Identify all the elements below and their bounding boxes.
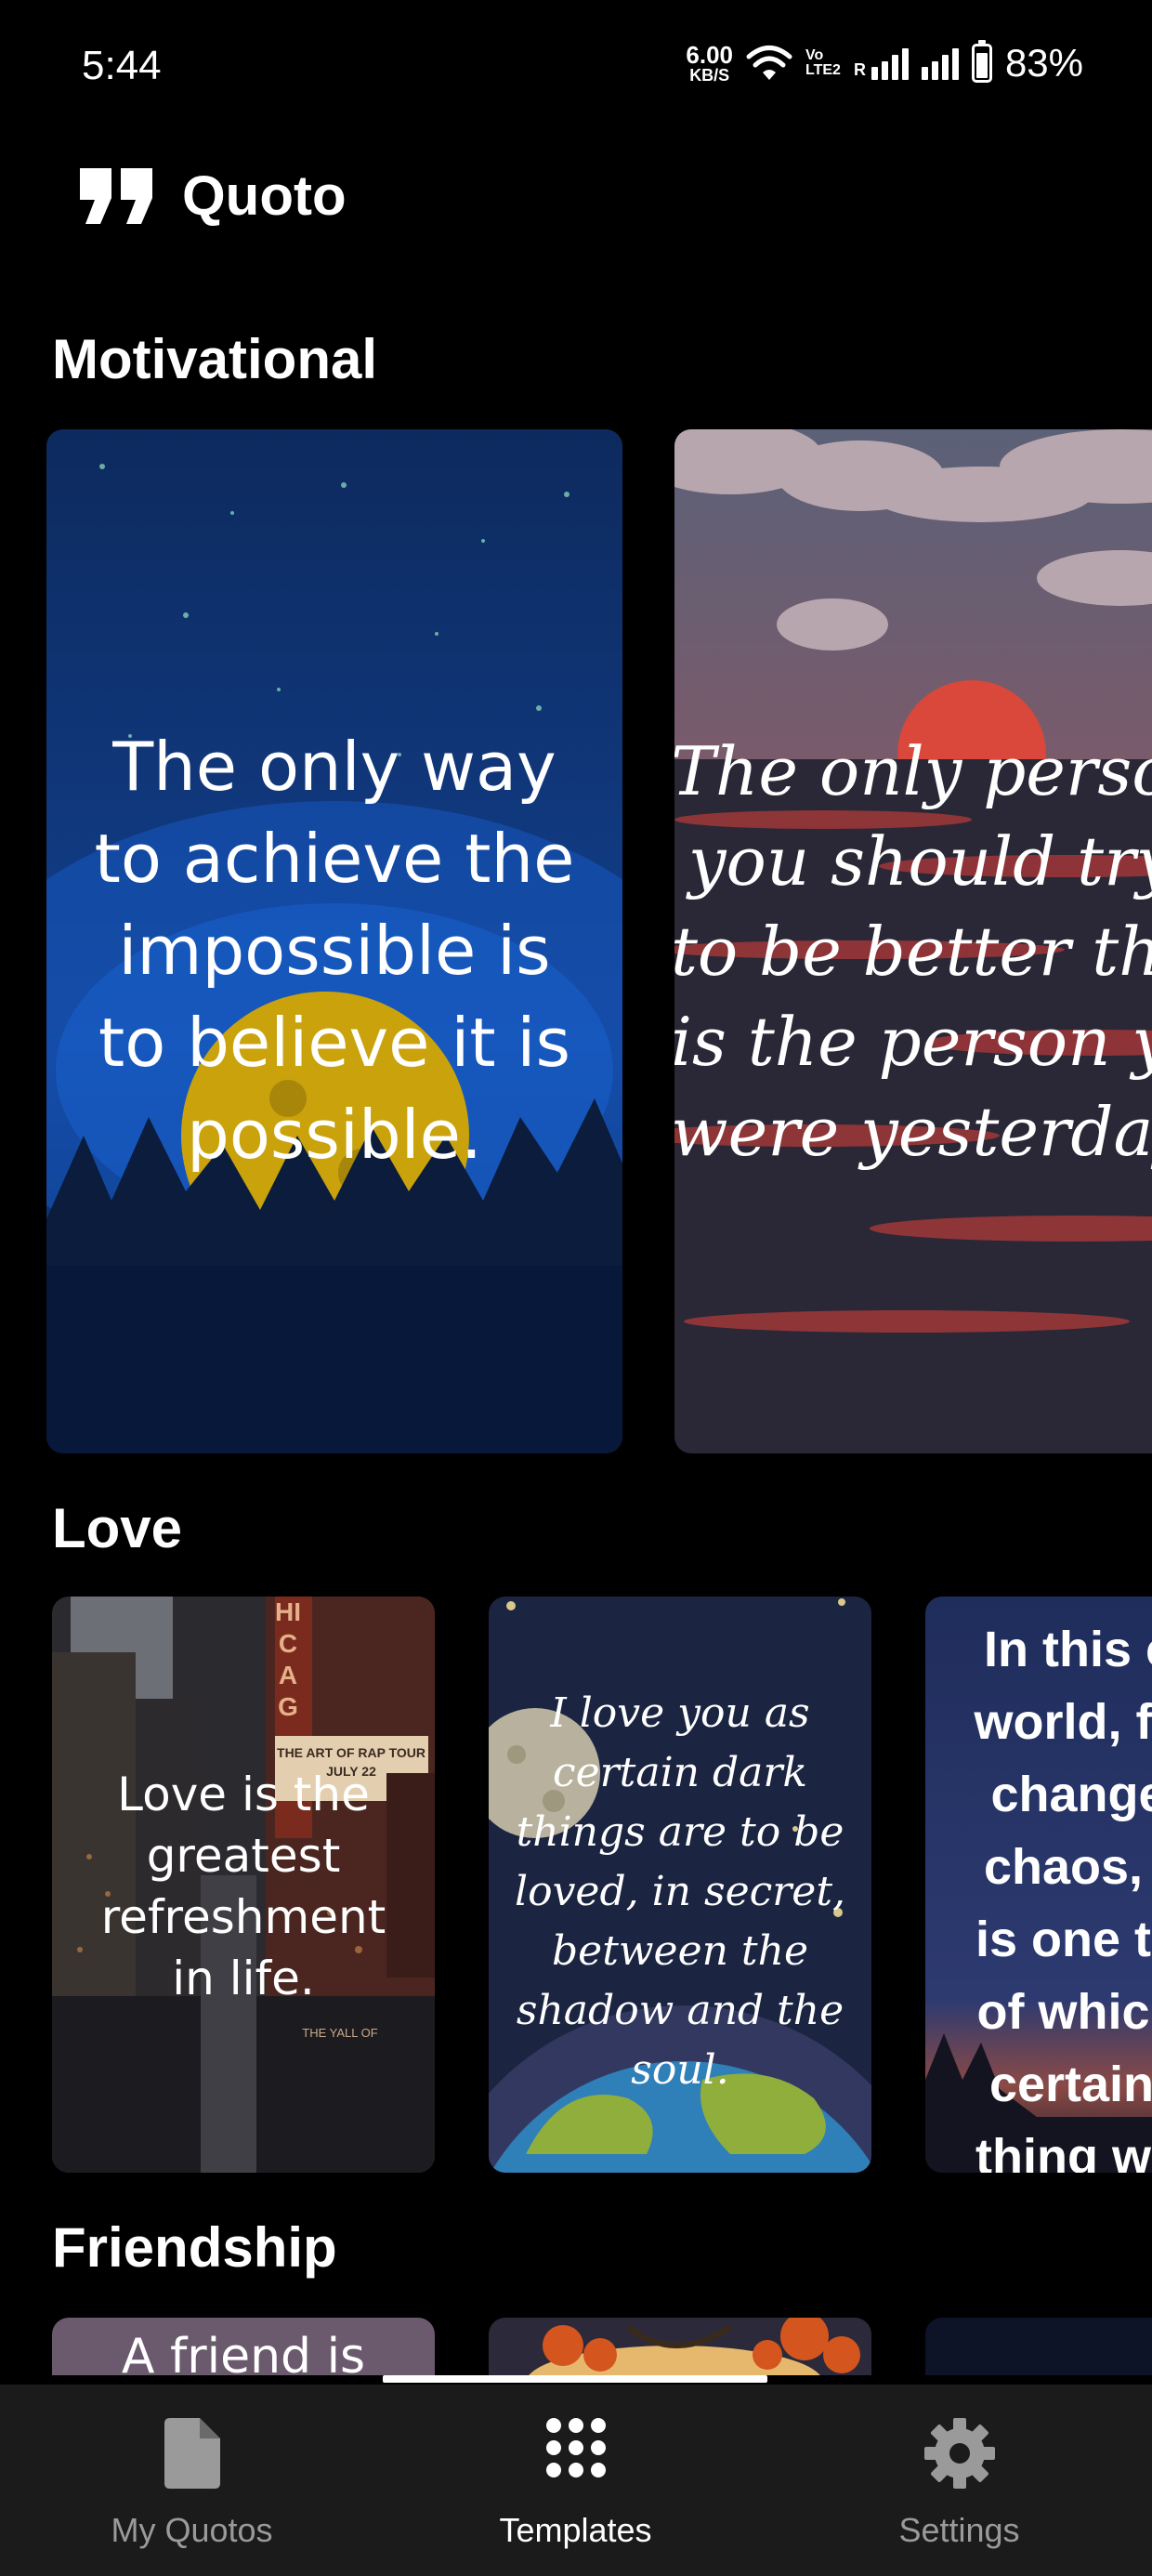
battery-icon (971, 40, 992, 83)
active-tab-indicator (383, 2375, 767, 2383)
lower-sign: THE YALL OF (302, 2026, 378, 2040)
section-title-love: Love (52, 1497, 183, 1559)
signal-sim2-icon (921, 46, 959, 80)
section-title-friendship: Friendship (52, 2216, 337, 2279)
nav-label: Settings (898, 2511, 1020, 2549)
grid-dots-icon (545, 2418, 606, 2477)
bottom-navigation: My Quotos Templates Settings (0, 2385, 1152, 2576)
network-speed-value: 6.00 (686, 41, 733, 69)
network-speed: 6.00 KB/S (686, 43, 733, 84)
document-icon (164, 2418, 220, 2489)
template-card[interactable]: In this c world, fu change chaos, t is o… (925, 1597, 1152, 2173)
volte-icon: Vo LTE2 (805, 48, 841, 78)
app-bar: Quoto (78, 164, 347, 228)
network-speed-unit: KB/S (689, 66, 730, 85)
quote-text: Love is the greatest refreshment in life… (100, 1768, 386, 2005)
roaming-indicator: R (853, 60, 866, 79)
quote-mark-icon (80, 167, 152, 224)
friendship-row[interactable]: A friend is (0, 2318, 1152, 2375)
wifi-icon (746, 46, 792, 80)
section-title-motivational: Motivational (52, 328, 378, 390)
love-row[interactable]: HICAG THE ART OF RAP TOUR JULY 22 THE YA… (0, 1597, 1152, 2175)
nav-settings[interactable]: Settings (767, 2385, 1151, 2576)
status-time: 5:44 (82, 43, 162, 88)
motivational-row[interactable]: The only way to achieve the impossible i… (0, 429, 1152, 1455)
volte-bottom: LTE2 (805, 62, 841, 78)
marquee-sign: HICAG (275, 1597, 301, 1721)
template-card[interactable] (489, 2318, 871, 2375)
quote-text: The only person you should try to be bet… (674, 732, 1152, 1171)
quote-text: A friend is (121, 2329, 366, 2375)
battery-percent: 83% (1004, 41, 1083, 85)
status-icons: 6.00 KB/S Vo LTE2 R 83% (686, 40, 1083, 85)
card-background-autumn-tree (489, 2318, 871, 2375)
card-background-dark (925, 2318, 1152, 2375)
gear-icon (923, 2418, 995, 2489)
status-bar: 5:44 6.00 KB/S Vo LTE2 R 83% (0, 0, 1152, 139)
volte-top: Vo (805, 47, 824, 63)
quote-text: The only way to achieve the impossible i… (94, 728, 575, 1174)
template-card[interactable]: I love you as certain dark things are to… (489, 1597, 871, 2173)
template-card[interactable] (925, 2318, 1152, 2375)
quote-text: In this c world, fu change chaos, t is o… (974, 1622, 1152, 2173)
nav-my-quotos[interactable]: My Quotos (0, 2385, 384, 2576)
nav-templates[interactable]: Templates (384, 2385, 767, 2576)
template-card[interactable]: HICAG THE ART OF RAP TOUR JULY 22 THE YA… (52, 1597, 435, 2173)
nav-label: Templates (499, 2511, 652, 2549)
template-card[interactable]: The only person you should try to be bet… (674, 429, 1152, 1453)
quote-text: I love you as certain dark things are to… (515, 1689, 845, 2094)
app-title: Quoto (182, 164, 347, 227)
battery-fill (975, 53, 988, 78)
template-card[interactable]: A friend is (52, 2318, 435, 2375)
template-card[interactable]: The only way to achieve the impossible i… (46, 429, 622, 1453)
nav-label: My Quotos (111, 2511, 273, 2549)
signal-sim1-icon: R (854, 46, 909, 80)
